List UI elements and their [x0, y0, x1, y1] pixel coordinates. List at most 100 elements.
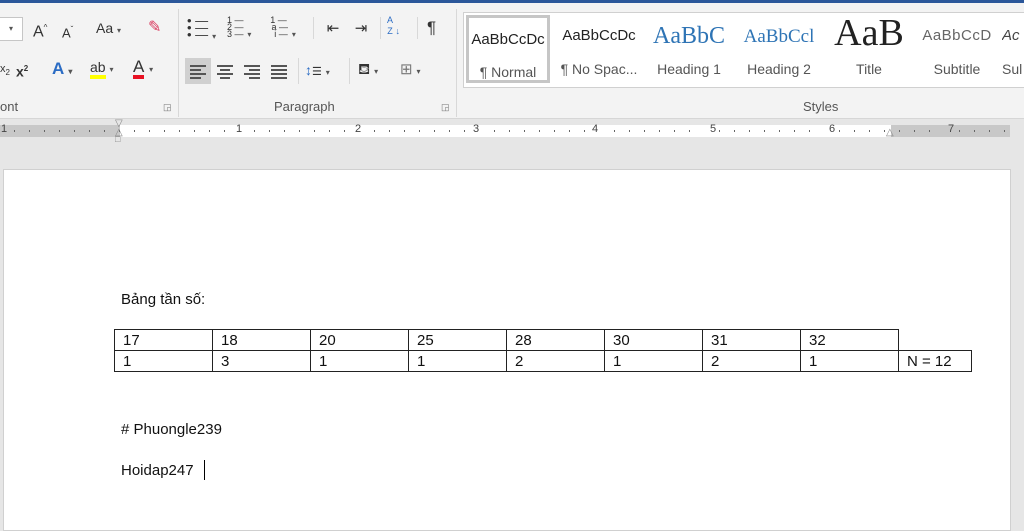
line-spacing-button[interactable]: ↕☰ ▾ [305, 59, 330, 81]
table-cell[interactable]: 20 [310, 329, 409, 351]
table-cell[interactable]: 2 [506, 350, 605, 372]
right-indent-marker[interactable]: △ [886, 127, 894, 138]
ruler-left-margin [0, 125, 120, 137]
style-subtle-emphasis[interactable]: Ac Sul [1002, 13, 1024, 85]
style-title[interactable]: AaB Title [826, 13, 912, 85]
ruler-tick [14, 130, 15, 132]
show-formatting-button[interactable]: ¶ [427, 17, 436, 39]
ruler-tick [989, 130, 990, 132]
shrink-font-button[interactable]: Aˇ [62, 19, 73, 41]
style-preview: Ac [1002, 27, 1020, 44]
decrease-indent-button[interactable]: ⇤ [321, 17, 345, 39]
ruler-tick [344, 130, 345, 132]
ruler-tick [869, 130, 870, 132]
borders-button[interactable]: ⊞ ▾ [400, 58, 420, 80]
style-preview: AaBbCcDc [562, 27, 636, 44]
font-color-button[interactable]: A ▾ [133, 56, 153, 79]
ruler-tick [179, 130, 180, 132]
align-center-button[interactable] [213, 60, 237, 82]
ruler-tick [629, 130, 630, 132]
horizontal-ruler[interactable]: 1 1 2 3 4 5 6 7 ▽ △ □ △ [0, 118, 1024, 144]
table-cell[interactable]: 28 [506, 329, 605, 351]
ruler-tick [689, 130, 690, 132]
numbering-button[interactable]: 1 ― 2 ― 3 ― ▾ [227, 15, 251, 40]
table-cell[interactable]: 1 [310, 350, 409, 372]
ruler-tick [104, 130, 105, 132]
table-cell[interactable]: 31 [702, 329, 801, 351]
ruler-tick [929, 130, 930, 132]
text-effects-button[interactable]: A ▾ [52, 58, 72, 80]
ruler-tick [1004, 130, 1005, 132]
align-center-icon [217, 63, 233, 81]
style-subtitle[interactable]: AaBbCcD Subtitle [914, 13, 1000, 85]
font-size-dropdown[interactable]: ▾ [0, 17, 23, 41]
ruler-tick [839, 130, 840, 132]
change-case-button[interactable]: Aa ▾ [96, 17, 121, 39]
table-total-cell[interactable]: N = 12 [898, 350, 972, 372]
align-left-button[interactable] [185, 58, 211, 84]
divider [298, 58, 299, 84]
subscript-button[interactable]: x2 [0, 58, 10, 80]
ruler-tick [269, 130, 270, 132]
increase-indent-button[interactable]: ⇥ [349, 17, 373, 39]
frequency-table[interactable]: 17 18 20 25 28 30 31 32 1 3 1 1 2 1 2 1 … [114, 329, 972, 372]
ruler-tick [659, 130, 660, 132]
table-cell[interactable]: 1 [408, 350, 507, 372]
divider [349, 58, 350, 84]
ruler-tick [284, 130, 285, 132]
justify-icon [271, 63, 287, 81]
bullets-button[interactable]: • ― • ― • ― ▾ [187, 14, 216, 41]
sort-button[interactable]: AZ ↓ [387, 15, 400, 37]
style-preview: AaB [834, 13, 904, 54]
ruler-tick [314, 130, 315, 132]
paragraph-dialog-launcher-icon[interactable]: ◲ [441, 102, 450, 113]
style-normal[interactable]: AaBbCcDc ¶ Normal [466, 15, 550, 83]
styles-gallery: AaBbCcDc ¶ Normal AaBbCcDc ¶ No Spac... … [463, 12, 1024, 88]
ruler-tick [194, 130, 195, 132]
ruler-number: 6 [829, 123, 836, 135]
table-cell[interactable]: 1 [800, 350, 899, 372]
table-cell[interactable]: 18 [212, 329, 311, 351]
clear-formatting-button[interactable]: ✎ [148, 17, 161, 39]
numbering-icon: 1 ― 2 ― 3 ― [227, 15, 244, 39]
style-heading-2[interactable]: AaBbCcl Heading 2 [736, 13, 822, 85]
ruler-tick [539, 130, 540, 132]
justify-button[interactable] [267, 60, 291, 82]
align-right-button[interactable] [240, 60, 264, 82]
ruler-tick [44, 130, 45, 132]
ruler-tick [59, 130, 60, 132]
shading-button[interactable]: ⛾ ▾ [358, 58, 378, 80]
ruler-tick [959, 130, 960, 132]
table-cell[interactable]: 32 [800, 329, 899, 351]
left-indent-marker[interactable]: □ [115, 134, 120, 144]
grow-font-button[interactable]: A^ [33, 17, 47, 40]
ruler-tick [569, 130, 570, 132]
table-cell[interactable]: 30 [604, 329, 703, 351]
multilevel-list-icon: 1 ― a ― i ― [269, 15, 289, 39]
superscript-button[interactable]: x2 [16, 58, 28, 80]
ruler-tick [974, 130, 975, 132]
style-no-spacing[interactable]: AaBbCcDc ¶ No Spac... [556, 13, 642, 85]
group-separator [178, 9, 179, 117]
table-cell[interactable]: 3 [212, 350, 311, 372]
table-cell[interactable]: 2 [702, 350, 801, 372]
document-page[interactable]: Bảng tần số: 17 18 20 25 28 30 31 32 1 3… [3, 169, 1011, 531]
multilevel-list-button[interactable]: 1 ― a ― i ― ▾ [269, 15, 296, 40]
style-heading-1[interactable]: AaBbC Heading 1 [646, 13, 732, 85]
line-spacing-icon: ↕ [305, 62, 312, 78]
table-cell[interactable]: 17 [114, 329, 213, 351]
table-cell[interactable]: 1 [604, 350, 703, 372]
ruler-tick [254, 130, 255, 132]
ruler-number: 4 [592, 123, 599, 135]
font-dialog-launcher-icon[interactable]: ◲ [163, 102, 172, 113]
ruler-tick [89, 130, 90, 132]
highlight-button[interactable]: ab ▾ [90, 56, 113, 79]
increase-indent-icon: ⇥ [354, 20, 368, 37]
ruler-tick [134, 130, 135, 132]
table-cell[interactable]: 25 [408, 329, 507, 351]
ruler-tick [584, 130, 585, 132]
ruler-tick [419, 130, 420, 132]
align-right-icon [244, 63, 260, 81]
table-cell[interactable]: 1 [114, 350, 213, 372]
ruler-tick [164, 130, 165, 132]
